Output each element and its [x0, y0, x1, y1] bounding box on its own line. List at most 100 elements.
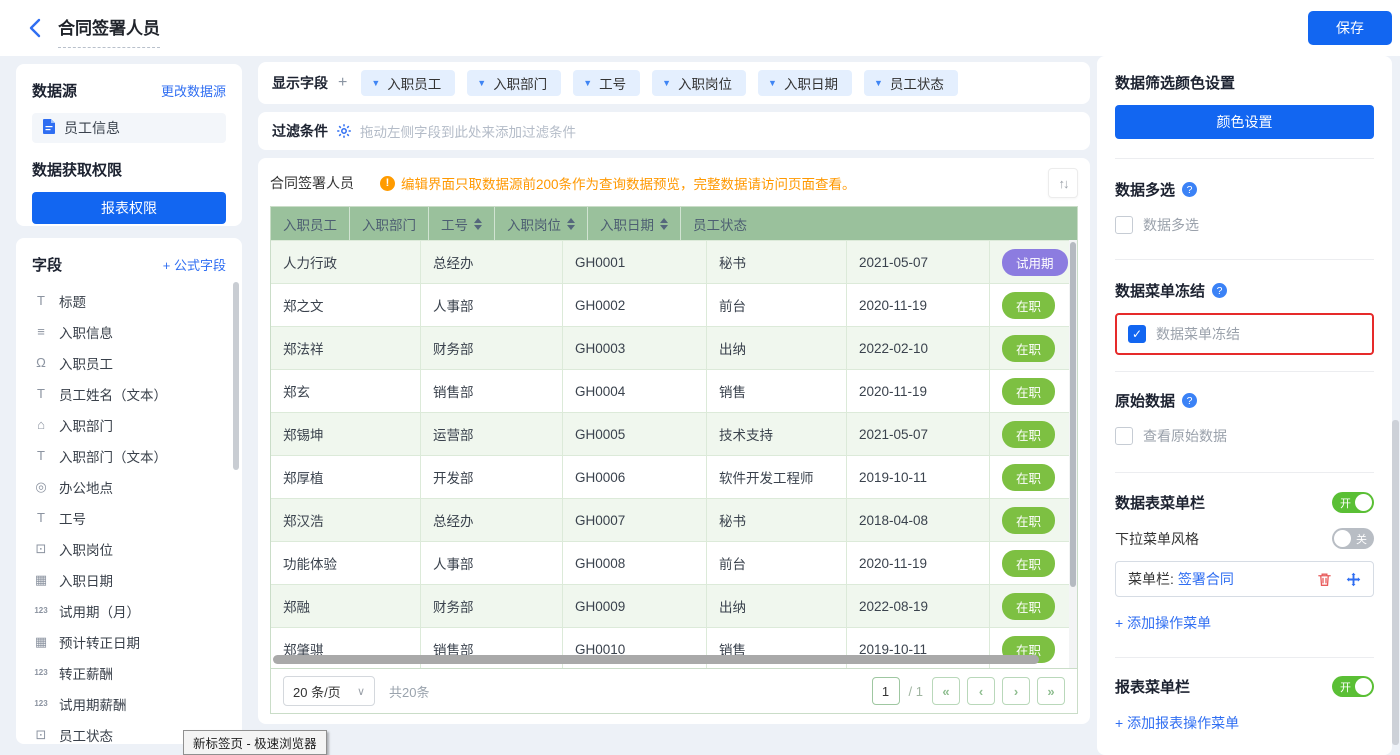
cell-status: 在职 [990, 456, 1078, 498]
table-horizontal-scrollbar[interactable] [273, 655, 1068, 664]
add-action-menu-link[interactable]: + 添加操作菜单 [1115, 613, 1374, 633]
field-label: 员工状态 [59, 725, 113, 745]
change-datasource-link[interactable]: 更改数据源 [161, 81, 226, 100]
display-field-chip[interactable]: ▼ 工号 [573, 70, 640, 96]
field-label: 试用期薪酬 [59, 694, 127, 714]
display-field-chip[interactable]: ▼ 入职日期 [758, 70, 852, 96]
cell-position: 软件开发工程师 [707, 456, 847, 498]
datasource-item[interactable]: 员工信息 [32, 113, 226, 143]
status-badge: 在职 [1002, 421, 1055, 448]
status-badge: 试用期 [1002, 249, 1068, 276]
field-item[interactable]: T 标题 [32, 285, 226, 316]
cell-status: 在职 [990, 499, 1078, 541]
divider [1115, 259, 1374, 260]
display-field-chip[interactable]: ▼ 入职部门 [467, 70, 561, 96]
help-icon[interactable]: ? [1182, 182, 1197, 197]
number-icon: 123 [32, 699, 50, 708]
chevron-down-icon: ▼ [477, 78, 486, 88]
sort-carets-icon[interactable] [561, 218, 575, 230]
table-vertical-scrollbar[interactable] [1069, 240, 1077, 670]
page-number-input[interactable] [872, 677, 900, 705]
multi-select-checkbox-row[interactable]: 数据多选 [1115, 215, 1374, 235]
checkbox-unchecked[interactable] [1115, 216, 1133, 234]
column-header-label: 入职日期 [600, 214, 654, 234]
sort-carets-icon[interactable] [468, 218, 482, 230]
last-page-button[interactable]: » [1037, 677, 1065, 705]
field-item[interactable]: 123 试用期（月） [32, 595, 226, 626]
column-header[interactable]: 入职日期 [588, 207, 681, 240]
column-header[interactable]: 入职员工 [271, 207, 350, 240]
save-button[interactable]: 保存 [1308, 11, 1392, 45]
divider [1115, 371, 1374, 372]
column-header[interactable]: 入职部门 [350, 207, 429, 240]
move-icon[interactable] [1346, 572, 1361, 587]
help-icon[interactable]: ? [1212, 283, 1227, 298]
warning-text: 编辑界面只取数据源前200条作为查询数据预览，完整数据请访问页面查看。 [401, 173, 856, 193]
field-item[interactable]: ▦ 预计转正日期 [32, 626, 226, 657]
cell-position: 前台 [707, 542, 847, 584]
table-row[interactable]: 郑之文 人事部 GH0002 前台 2020-11-19 在职 [271, 283, 1078, 326]
column-header-label: 员工状态 [693, 214, 747, 234]
cell-employee: 郑之文 [271, 284, 421, 326]
table-menubar-toggle[interactable]: 开 [1332, 492, 1374, 513]
back-icon[interactable] [26, 17, 46, 39]
field-item[interactable]: ⌂ 入职部门 [32, 409, 226, 440]
window-scrollbar[interactable] [1392, 420, 1399, 745]
cell-status: 试用期 [990, 241, 1078, 283]
cell-status: 在职 [990, 327, 1078, 369]
field-item[interactable]: 123 试用期薪酬 [32, 688, 226, 719]
table-row[interactable]: 郑玄 销售部 GH0004 销售 2020-11-19 在职 [271, 369, 1078, 412]
sort-carets-icon[interactable] [654, 218, 668, 230]
column-header[interactable]: 入职岗位 [495, 207, 588, 240]
field-item[interactable]: ◎ 办公地点 [32, 471, 226, 502]
display-field-chip[interactable]: ▼ 员工状态 [864, 70, 958, 96]
first-page-button[interactable]: « [932, 677, 960, 705]
display-field-chip[interactable]: ▼ 入职员工 [361, 70, 455, 96]
trash-icon[interactable] [1317, 572, 1332, 587]
checkbox-checked[interactable]: ✓ [1128, 325, 1146, 343]
status-badge: 在职 [1002, 550, 1055, 577]
help-icon[interactable]: ? [1182, 393, 1197, 408]
add-report-action-menu-link[interactable]: + 添加报表操作菜单 [1115, 713, 1374, 733]
raw-data-checkbox-row[interactable]: 查看原始数据 [1115, 426, 1374, 446]
field-label: 入职岗位 [59, 539, 113, 559]
table-row[interactable]: 郑法祥 财务部 GH0003 出纳 2022-02-10 在职 [271, 326, 1078, 369]
gear-icon[interactable] [336, 123, 352, 139]
status-badge: 在职 [1002, 378, 1055, 405]
add-formula-field-link[interactable]: + 公式字段 [163, 255, 226, 274]
cell-position: 出纳 [707, 585, 847, 627]
checkbox-unchecked[interactable] [1115, 427, 1133, 445]
display-field-chip[interactable]: ▼ 入职岗位 [652, 70, 746, 96]
menu-item-name[interactable]: 签署合同 [1178, 569, 1234, 589]
table-row[interactable]: 郑汉浩 总经办 GH0007 秘书 2018-04-08 在职 [271, 498, 1078, 541]
dropdown-style-toggle[interactable]: 关 [1332, 528, 1374, 549]
field-item[interactable]: ▦ 入职日期 [32, 564, 226, 595]
field-item[interactable]: T 工号 [32, 502, 226, 533]
prev-page-button[interactable]: ‹ [967, 677, 995, 705]
field-item[interactable]: ⊡ 入职岗位 [32, 533, 226, 564]
table-row[interactable]: 功能体验 人事部 GH0008 前台 2020-11-19 在职 [271, 541, 1078, 584]
field-item[interactable]: Ω 入职员工 [32, 347, 226, 378]
table-row[interactable]: 郑融 财务部 GH0009 出纳 2022-08-19 在职 [271, 584, 1078, 627]
report-menubar-toggle[interactable]: 开 [1332, 676, 1374, 697]
table-row[interactable]: 郑厚植 开发部 GH0006 软件开发工程师 2019-10-11 在职 [271, 455, 1078, 498]
field-item[interactable]: 123 转正薪酬 [32, 657, 226, 688]
add-display-field-button[interactable]: + [336, 74, 349, 92]
menu-freeze-checkbox-row[interactable]: ✓ 数据菜单冻结 [1128, 324, 1361, 344]
color-settings-button[interactable]: 颜色设置 [1115, 105, 1374, 139]
field-item[interactable]: T 入职部门（文本） [32, 440, 226, 471]
sort-order-icon[interactable]: ↑↓ [1048, 168, 1078, 198]
table-card: 合同签署人员 ! 编辑界面只取数据源前200条作为查询数据预览，完整数据请访问页… [258, 158, 1090, 724]
column-header[interactable]: 员工状态 [681, 207, 759, 240]
column-header[interactable]: 工号 [429, 207, 495, 240]
report-permission-button[interactable]: 报表权限 [32, 192, 226, 224]
permission-heading: 数据获取权限 [32, 159, 226, 180]
table-row[interactable]: 人力行政 总经办 GH0001 秘书 2021-05-07 试用期 [271, 240, 1078, 283]
next-page-button[interactable]: › [1002, 677, 1030, 705]
toggle-knob [1355, 678, 1372, 695]
page-size-select[interactable]: 20 条/页 ∨ [283, 676, 375, 706]
table-row[interactable]: 郑锡坤 运营部 GH0005 技术支持 2021-05-07 在职 [271, 412, 1078, 455]
field-item[interactable]: ≡ 入职信息 [32, 316, 226, 347]
fields-scrollbar[interactable] [233, 282, 239, 470]
field-item[interactable]: T 员工姓名（文本） [32, 378, 226, 409]
